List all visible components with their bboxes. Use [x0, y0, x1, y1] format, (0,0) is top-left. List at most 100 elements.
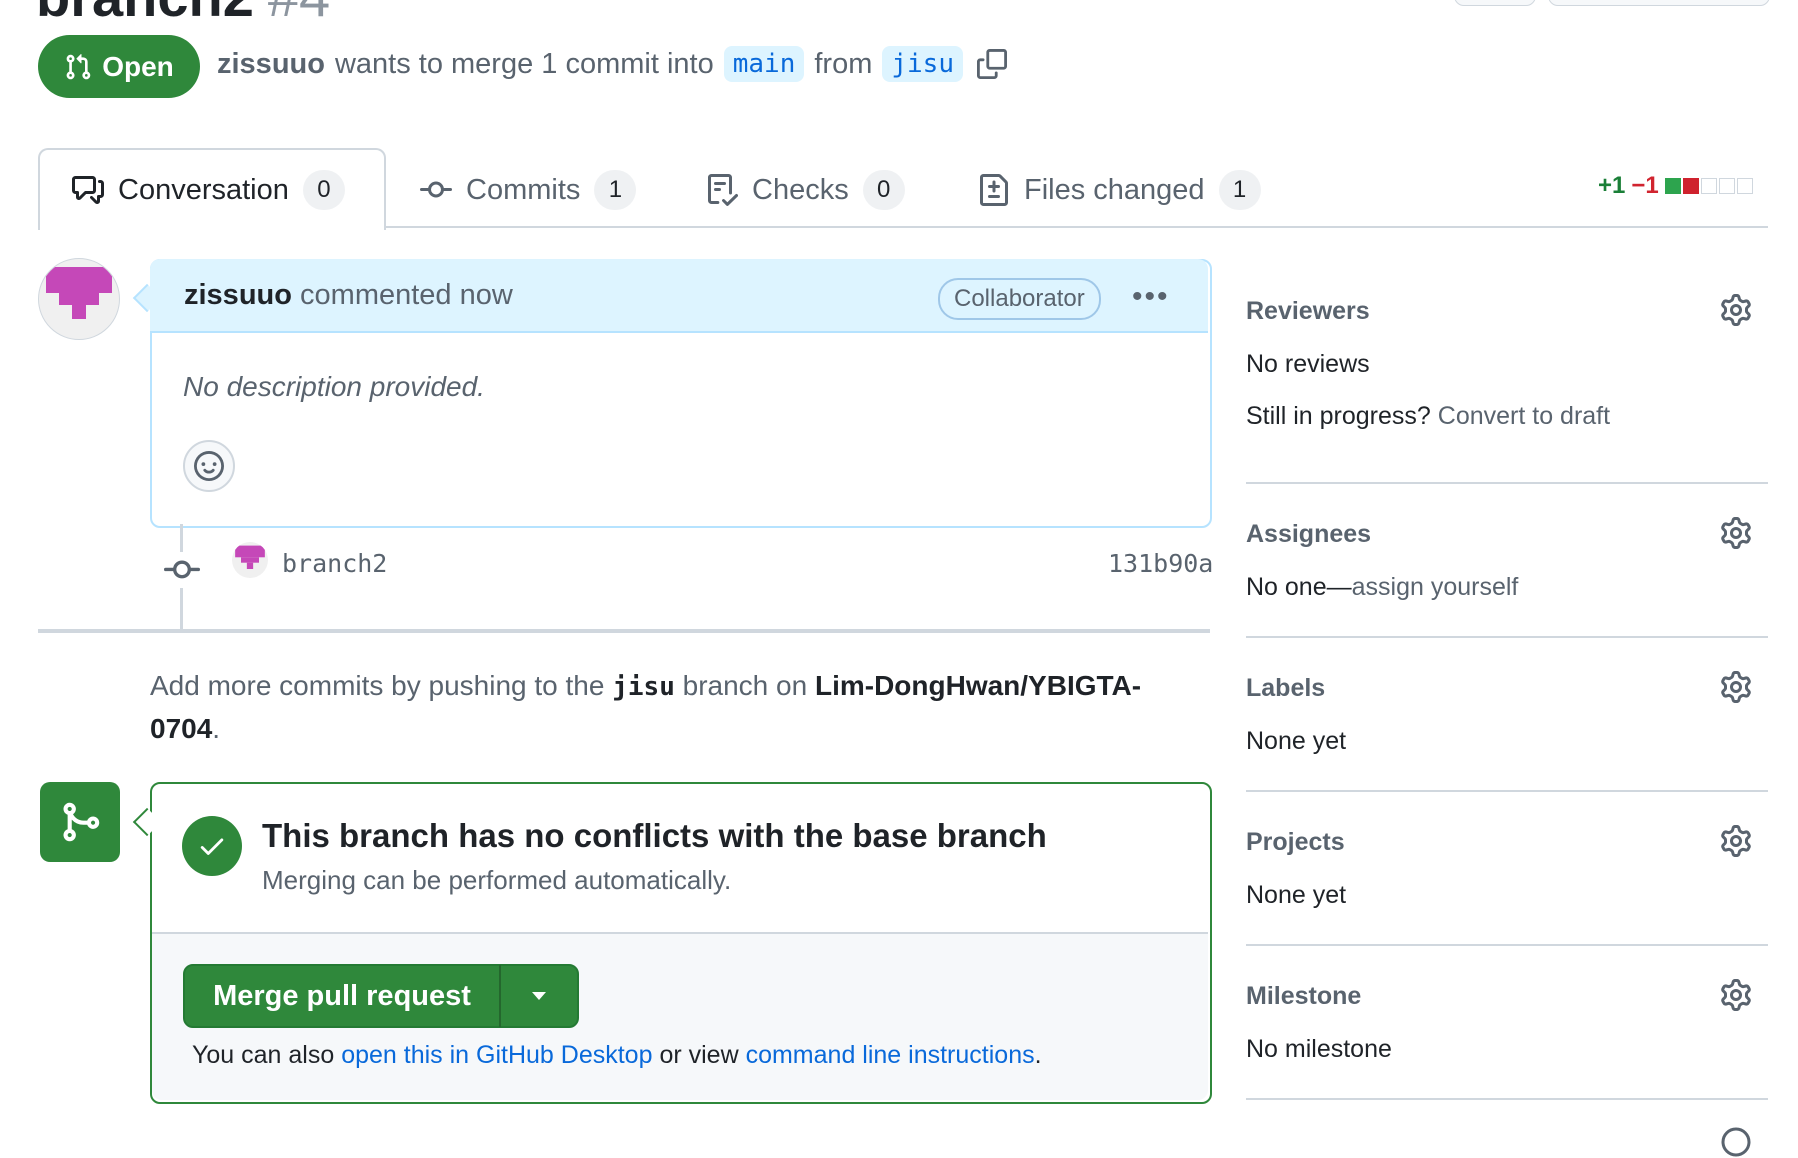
- state-badge: Open: [38, 35, 200, 98]
- tab-checks-count: 0: [862, 170, 905, 210]
- diffstat-square-add: [1664, 178, 1681, 194]
- draft-hint-text: Still in progress?: [1246, 402, 1431, 430]
- merge-alt-mid: or view: [659, 1041, 739, 1069]
- collaborator-badge: Collaborator: [938, 278, 1101, 320]
- sidebar-labels-value: None yet: [1246, 727, 1347, 755]
- from-text: from: [814, 47, 873, 80]
- assignees-none: No one—: [1246, 573, 1352, 601]
- open-in-desktop-link[interactable]: open this in GitHub Desktop: [341, 1041, 652, 1069]
- merge-status-subtitle: Merging can be performed automatically.: [262, 865, 732, 895]
- copy-icon[interactable]: [976, 49, 1007, 79]
- identicon-avatar: [235, 545, 265, 569]
- sidebar-divider: [1246, 636, 1768, 638]
- commit-sha-link[interactable]: 131b90a: [1108, 549, 1213, 578]
- sidebar-divider: [1246, 944, 1768, 946]
- command-line-instructions-link[interactable]: command line instructions: [746, 1041, 1035, 1069]
- sidebar-divider: [1246, 1098, 1768, 1100]
- gear-icon[interactable]: [1720, 517, 1752, 549]
- sidebar-projects-heading[interactable]: Projects: [1246, 828, 1345, 857]
- sidebar-milestone-heading[interactable]: Milestone: [1246, 982, 1361, 1011]
- pr-title: branch2 #4: [36, 0, 330, 29]
- sidebar-assignees-heading[interactable]: Assignees: [1246, 520, 1371, 549]
- sidebar-milestone-value: No milestone: [1246, 1035, 1392, 1063]
- comment-author[interactable]: zissuuo: [184, 279, 292, 311]
- tab-commits-count: 1: [594, 170, 637, 210]
- tab-files-changed[interactable]: Files changed 1: [978, 168, 1261, 212]
- diffstat-square-del: [1682, 178, 1699, 194]
- push-note-post: .: [212, 713, 221, 744]
- code-button[interactable]: [1548, 0, 1770, 6]
- gear-icon[interactable]: [1720, 671, 1752, 703]
- diffstat-additions: +1: [1598, 172, 1626, 199]
- commit-message-link[interactable]: branch2: [282, 549, 387, 578]
- identicon-avatar: [46, 267, 112, 319]
- sidebar-projects-value: None yet: [1246, 881, 1347, 909]
- pr-meta: zissuuo wants to merge 1 commit into mai…: [217, 46, 1007, 82]
- kebab-menu-icon[interactable]: •••: [1132, 280, 1170, 314]
- gear-icon[interactable]: [1720, 825, 1752, 857]
- merge-status-title: This branch has no conflicts with the ba…: [262, 817, 1047, 854]
- tab-files-count: 1: [1218, 170, 1261, 210]
- push-note-mid: branch on: [682, 670, 808, 701]
- tab-conversation-label: Conversation: [118, 173, 289, 206]
- merge-text: wants to merge 1 commit into: [334, 47, 714, 80]
- push-note-pre: Add more commits by pushing to the: [150, 670, 605, 701]
- file-diff-icon: [980, 174, 1008, 206]
- tab-conversation[interactable]: Conversation 0: [72, 168, 345, 212]
- timeline-break: [38, 629, 1210, 633]
- diffstat-square-neutral: [1736, 178, 1753, 194]
- smiley-icon: [194, 451, 224, 481]
- push-note-branch: jisu: [612, 672, 675, 702]
- tab-commits[interactable]: Commits 1: [420, 168, 637, 212]
- comment-body: No description provided.: [183, 371, 485, 402]
- base-branch[interactable]: main: [723, 46, 805, 82]
- edit-button[interactable]: [1454, 0, 1536, 6]
- tab-files-label: Files changed: [1024, 173, 1205, 206]
- checklist-icon: [708, 174, 738, 206]
- commit-author-avatar[interactable]: [232, 542, 268, 578]
- state-label: Open: [102, 50, 174, 82]
- gear-icon[interactable]: [1720, 979, 1752, 1011]
- comment-author-line: zissuuo commented now: [184, 279, 513, 312]
- gear-icon[interactable]: [1720, 294, 1752, 326]
- merge-button-label: Merge pull request: [213, 979, 471, 1012]
- sidebar-reviewers-heading[interactable]: Reviewers: [1246, 297, 1370, 326]
- merge-alt-post: .: [1034, 1041, 1042, 1069]
- tab-checks-label: Checks: [752, 173, 849, 206]
- triangle-down-icon: [532, 992, 546, 1000]
- head-branch[interactable]: jisu: [882, 46, 963, 82]
- tab-checks[interactable]: Checks 0: [706, 168, 905, 212]
- pr-title-text: branch2: [36, 0, 254, 28]
- convert-to-draft-link[interactable]: Convert to draft: [1438, 402, 1610, 430]
- git-commit-icon: [164, 552, 200, 588]
- check-icon: [200, 838, 224, 855]
- git-pull-request-icon: [66, 53, 91, 79]
- merge-method-dropdown[interactable]: [501, 990, 577, 1002]
- sidebar-reviewers-value: No reviews: [1246, 350, 1370, 378]
- sidebar-draft-hint: Still in progress? Convert to draft: [1246, 402, 1610, 431]
- diffstat-square-neutral: [1700, 178, 1717, 194]
- avatar[interactable]: [38, 258, 120, 340]
- git-merge-icon: [63, 802, 100, 842]
- git-commit-icon: [420, 181, 452, 198]
- sidebar-divider: [1246, 790, 1768, 792]
- diffstat-square-neutral: [1718, 178, 1735, 194]
- diffstat-deletions: −1: [1631, 172, 1659, 199]
- tab-conversation-count: 0: [302, 170, 345, 210]
- merge-alternatives: You can also open this in GitHub Desktop…: [192, 1041, 1042, 1070]
- merge-pull-request-button[interactable]: Merge pull request: [183, 964, 579, 1028]
- sidebar-divider: [1246, 482, 1768, 484]
- pr-number: #4: [268, 0, 330, 28]
- merge-status-icon-box: [40, 782, 120, 862]
- sidebar-assignees-value: No one—assign yourself: [1246, 573, 1518, 602]
- comment-action[interactable]: commented now: [300, 279, 513, 311]
- gear-icon[interactable]: [1720, 1126, 1752, 1158]
- diffstat-bar: [1664, 178, 1753, 194]
- assign-yourself-link[interactable]: assign yourself: [1352, 573, 1519, 601]
- author-link[interactable]: zissuuo: [217, 48, 325, 81]
- add-reaction-button[interactable]: [183, 440, 235, 492]
- diffstat: +1 −1: [1598, 172, 1753, 200]
- check-circle-icon: [182, 816, 242, 876]
- sidebar-labels-heading[interactable]: Labels: [1246, 674, 1325, 703]
- comment-discussion-icon: [72, 176, 104, 204]
